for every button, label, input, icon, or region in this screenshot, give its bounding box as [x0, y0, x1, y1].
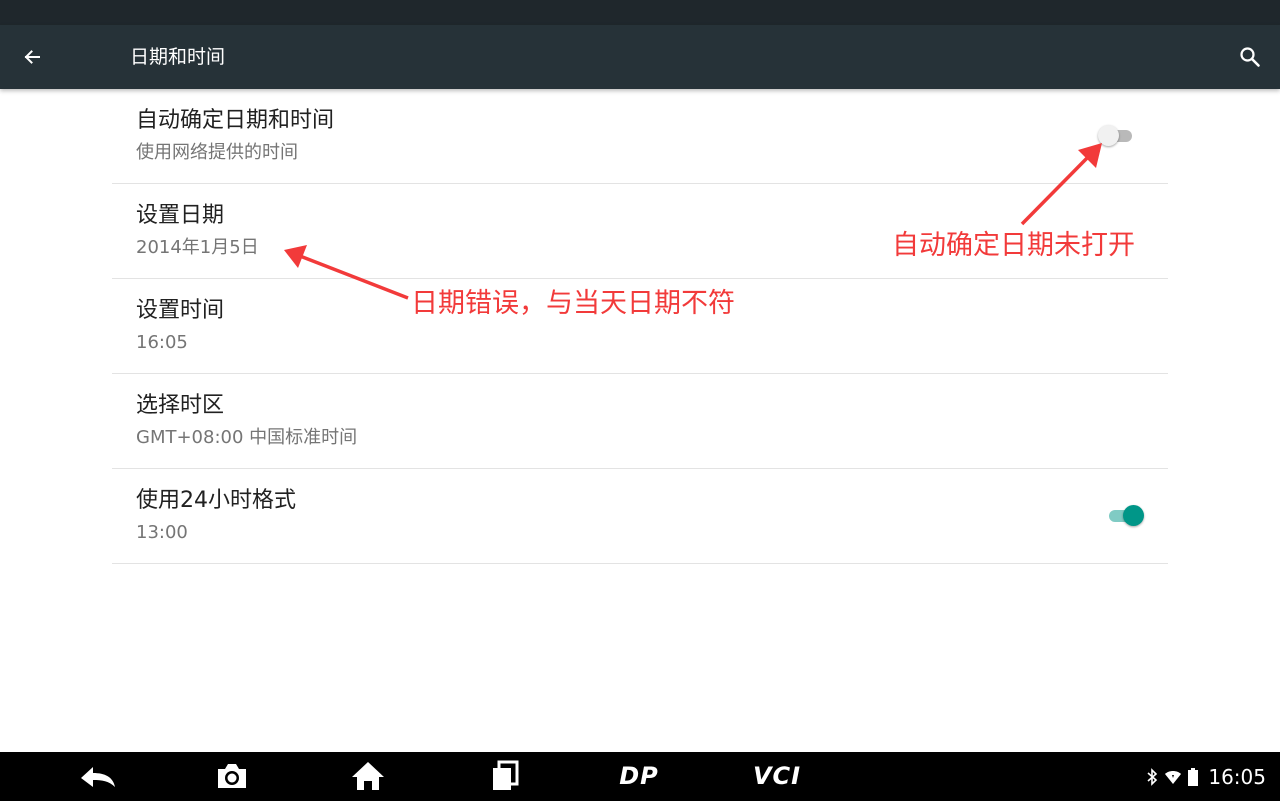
system-tray: 16:05 — [1146, 752, 1266, 801]
pref-title: 设置时间 — [136, 298, 225, 323]
battery-icon — [1188, 767, 1199, 786]
pref-auto-date-time[interactable]: 自动确定日期和时间 使用网络提供的时间 — [112, 89, 1168, 184]
pref-title: 自动确定日期和时间 — [136, 108, 335, 133]
pref-summary: 16:05 — [136, 332, 188, 353]
auto-date-time-switch[interactable] — [1098, 124, 1138, 146]
back-curved-arrow-icon — [81, 767, 115, 787]
pref-title: 设置日期 — [136, 203, 225, 228]
action-bar: 日期和时间 — [0, 25, 1280, 89]
search-button[interactable] — [1232, 39, 1268, 75]
vci-logo: VCI — [752, 762, 802, 790]
search-icon — [1240, 47, 1260, 67]
arrow-left-icon — [24, 50, 40, 64]
page-title: 日期和时间 — [130, 46, 226, 68]
home-button[interactable] — [348, 758, 388, 794]
pref-24-hour[interactable]: 使用24小时格式 13:00 — [112, 469, 1168, 564]
vci-button[interactable]: VCI — [742, 758, 812, 794]
pref-time-zone[interactable]: 选择时区 GMT+08:00 中国标准时间 — [112, 374, 1168, 469]
annotation-auto-off: 自动确定日期未打开 — [892, 230, 1135, 261]
bluetooth-icon — [1147, 767, 1158, 786]
pref-summary: 使用网络提供的时间 — [136, 142, 298, 163]
back-button[interactable] — [14, 39, 50, 75]
recent-apps-icon — [493, 760, 519, 790]
camera-icon — [218, 764, 246, 788]
status-strip — [0, 0, 1280, 25]
pref-summary: GMT+08:00 中国标准时间 — [136, 427, 358, 448]
annotation-wrong-date: 日期错误，与当天日期不符 — [411, 288, 735, 319]
pref-summary: 2014年1月5日 — [136, 237, 259, 258]
preference-list: 自动确定日期和时间 使用网络提供的时间 设置日期 2014年1月5日 设置时间 … — [112, 89, 1168, 564]
back-nav-button[interactable] — [76, 758, 120, 794]
navigation-bar: DP VCI 16:05 — [0, 752, 1280, 801]
pref-title: 选择时区 — [136, 393, 225, 418]
pref-summary: 13:00 — [136, 522, 188, 543]
24-hour-switch[interactable] — [1105, 504, 1145, 526]
screenshot-button[interactable] — [212, 758, 252, 794]
pref-title: 使用24小时格式 — [136, 488, 296, 513]
recent-apps-button[interactable] — [485, 758, 525, 794]
dp-logo: DP — [619, 762, 659, 790]
wifi-icon — [1165, 770, 1182, 784]
switch-thumb — [1098, 125, 1119, 146]
status-clock: 16:05 — [1208, 764, 1266, 789]
home-icon — [352, 762, 384, 790]
switch-thumb — [1123, 505, 1144, 526]
settings-content: 自动确定日期和时间 使用网络提供的时间 设置日期 2014年1月5日 设置时间 … — [0, 89, 1280, 752]
dp-button[interactable]: DP — [606, 758, 672, 794]
